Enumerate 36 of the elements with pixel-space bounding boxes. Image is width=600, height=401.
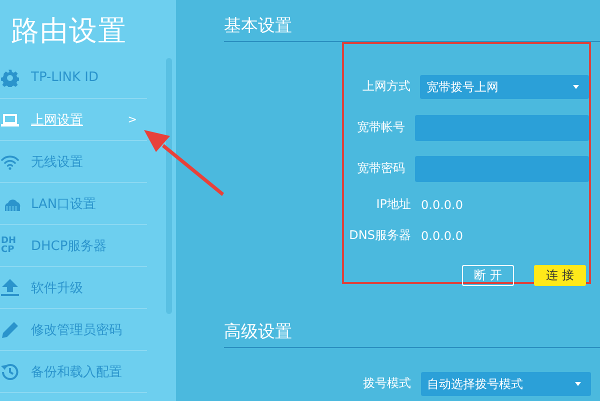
chevron-text: > [128, 113, 137, 126]
caret-icon [573, 84, 579, 88]
upload-icon [1, 279, 19, 296]
dropdown[interactable]: 自动选择拨号模式 [421, 372, 591, 396]
dhcp-icon: DH CP [1, 236, 16, 254]
field-label: DNS服务器 [348, 227, 411, 244]
sidebar-item[interactable]: DH CP DHCP服务器 [0, 225, 147, 267]
section-title: 基本设置 [224, 15, 293, 38]
laptop-icon [1, 112, 19, 126]
field-value: 0.0.0.0 [421, 228, 463, 242]
input-field[interactable] [415, 156, 589, 182]
wifi-icon [1, 154, 19, 170]
sidebar-item[interactable]: TP-LINK ID [0, 57, 147, 99]
sidebar-item[interactable]: 上网设置 > [0, 99, 147, 141]
input-field[interactable] [415, 114, 589, 140]
field-label: 宽带帐号 [356, 119, 405, 136]
scrollbar[interactable] [166, 58, 172, 314]
field-label: IP地址 [375, 196, 411, 213]
pencil-icon [1, 320, 19, 338]
dropdown[interactable]: 宽带拨号上网 [420, 74, 589, 98]
action-button[interactable]: 连接 [534, 265, 586, 286]
sidebar-item[interactable]: 修改管理员密码 [0, 309, 147, 351]
sidebar-item[interactable]: 无线设置 [0, 141, 147, 183]
action-button[interactable]: 断开 [462, 265, 514, 286]
history-icon [1, 362, 19, 380]
field-label: 宽带密码 [356, 160, 405, 177]
sidebar-title: 路由设置 [10, 13, 128, 49]
sidebar-item[interactable]: 备份和载入配置 [0, 351, 147, 393]
field-label: 上网方式 [361, 78, 410, 95]
sidebar-item[interactable]: 软件升级 [0, 267, 147, 309]
gear-icon [1, 68, 19, 86]
caret-icon [575, 382, 581, 386]
field-label: 拨号模式 [362, 375, 411, 392]
sidebar-item[interactable]: LAN口设置 [0, 183, 147, 225]
field-value: 0.0.0.0 [421, 198, 463, 212]
section-title: 高级设置 [224, 321, 293, 344]
